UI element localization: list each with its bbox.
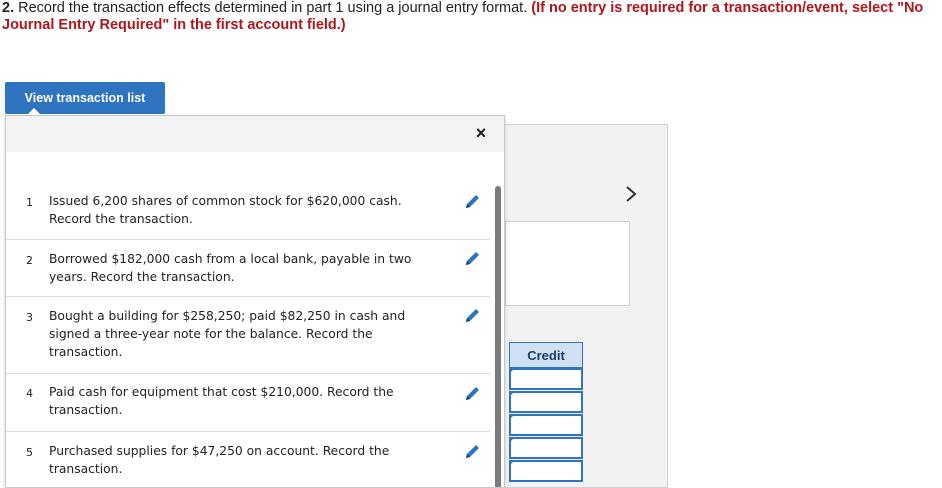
transaction-text: Issued 6,200 shares of common stock for …	[49, 194, 402, 226]
transaction-row[interactable]: 5 Purchased supplies for $47,250 on acco…	[6, 432, 490, 487]
pencil-icon[interactable]	[464, 306, 482, 324]
popup-pointer	[27, 108, 41, 115]
transaction-row[interactable]: 1 Issued 6,200 shares of common stock fo…	[6, 186, 490, 240]
question-text: Record the transaction effects determine…	[14, 0, 532, 16]
transaction-row[interactable]: 3 Bought a building for $258,250; paid $…	[6, 297, 490, 374]
popup-header: ×	[6, 116, 504, 152]
transaction-text: Purchased supplies for $47,250 on accoun…	[49, 444, 390, 476]
journal-info-box	[505, 221, 630, 306]
next-arrow-icon[interactable]	[620, 182, 642, 206]
transaction-text: Bought a building for $258,250; paid $82…	[49, 309, 406, 359]
transaction-number: 4	[26, 387, 33, 400]
credit-input[interactable]	[509, 414, 583, 436]
transaction-number: 3	[26, 311, 33, 324]
credit-column-header: Credit	[509, 342, 583, 368]
question-number: 2.	[2, 0, 15, 16]
transaction-number: 1	[26, 196, 33, 209]
transaction-row[interactable]: 4 Paid cash for equipment that cost $210…	[6, 374, 490, 432]
pencil-icon[interactable]	[464, 192, 482, 210]
pencil-icon[interactable]	[464, 442, 482, 460]
transaction-text: Paid cash for equipment that cost $210,0…	[49, 385, 394, 417]
question-prompt: 2. Record the transaction effects determ…	[2, 0, 938, 34]
popup-scrollbar[interactable]	[495, 186, 501, 487]
transaction-number: 2	[26, 254, 33, 267]
pencil-icon[interactable]	[464, 384, 482, 402]
transaction-row[interactable]: 2 Borrowed $182,000 cash from a local ba…	[6, 240, 490, 297]
credit-input[interactable]	[509, 460, 583, 482]
transaction-list: 1 Issued 6,200 shares of common stock fo…	[6, 186, 490, 487]
pencil-icon[interactable]	[464, 249, 482, 267]
transaction-list-popup: × 1 Issued 6,200 shares of common stock …	[5, 115, 505, 488]
credit-input[interactable]	[509, 437, 583, 459]
credit-input[interactable]	[509, 368, 583, 390]
transaction-number: 5	[26, 446, 33, 459]
close-icon[interactable]: ×	[472, 124, 490, 142]
transaction-text: Borrowed $182,000 cash from a local bank…	[49, 252, 412, 284]
credit-input[interactable]	[509, 391, 583, 413]
